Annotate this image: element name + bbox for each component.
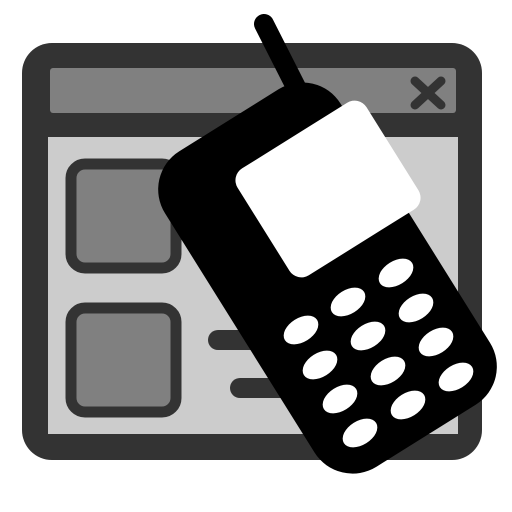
thumbnail-bottom [65, 302, 182, 418]
window-phone-illustration [22, 14, 497, 474]
